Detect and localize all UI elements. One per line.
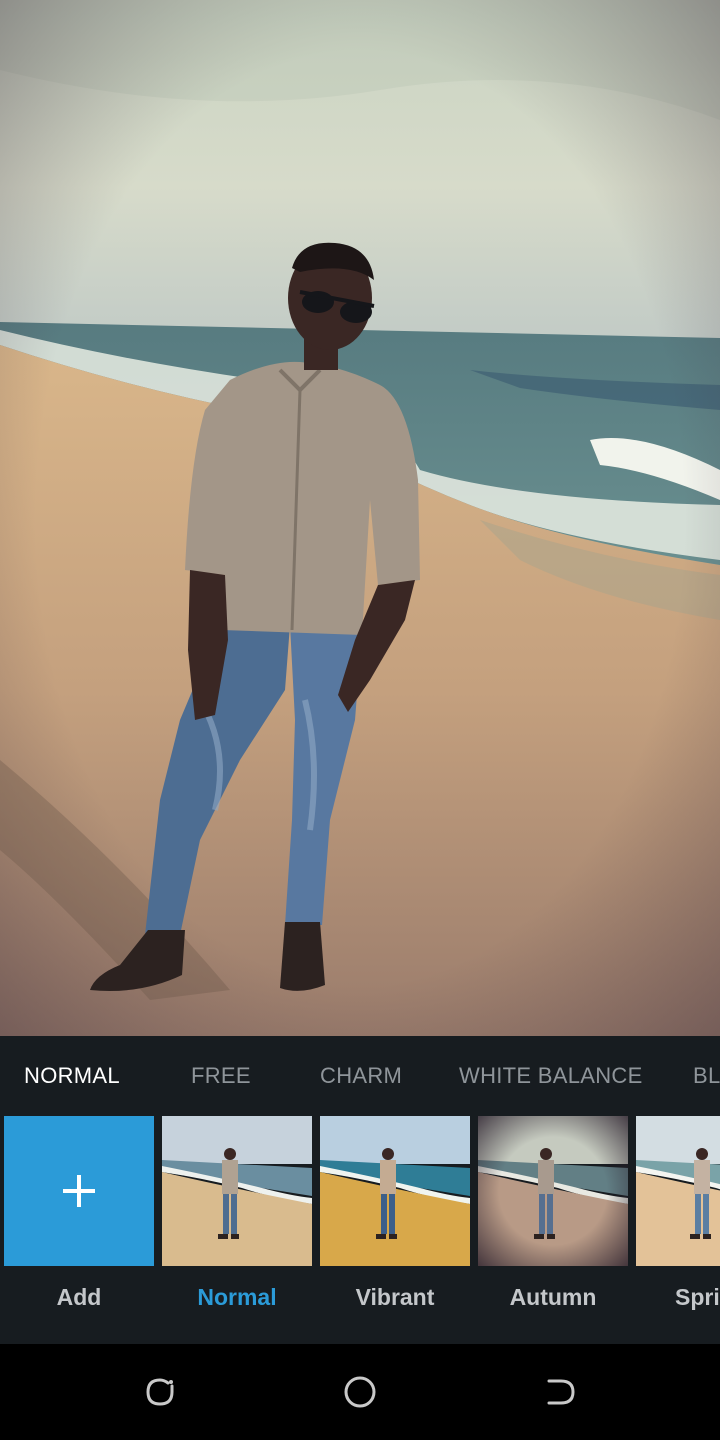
- preset-label-autumn: Autumn: [509, 1284, 597, 1310]
- recent-apps-button[interactable]: [140, 1372, 180, 1412]
- system-navigation-bar: [0, 1344, 720, 1440]
- preset-preview-image: [478, 1116, 628, 1266]
- preset-preview-image: [320, 1116, 470, 1266]
- plus-icon: [63, 1175, 95, 1207]
- tab-free[interactable]: FREE: [191, 1063, 251, 1089]
- photo-preview: [0, 0, 720, 1036]
- tab-charm[interactable]: CHARM: [320, 1063, 402, 1089]
- back-button[interactable]: [540, 1372, 580, 1412]
- tab-white-balance[interactable]: WHITE BALANCE: [459, 1063, 643, 1089]
- filter-panel: NORMAL FREE CHARM WHITE BALANCE BL Add N…: [0, 1036, 720, 1344]
- tab-bl-partial[interactable]: BL: [693, 1063, 720, 1089]
- preset-preview-image: [162, 1116, 312, 1266]
- preset-thumbnail-vibrant[interactable]: [320, 1116, 470, 1266]
- preset-label-normal: Normal: [197, 1284, 277, 1310]
- beach-portrait-image: [0, 0, 720, 1036]
- preset-thumbnail-autumn[interactable]: [478, 1116, 628, 1266]
- preset-strip: Add Normal Vibrant Autumn Spri: [0, 1116, 720, 1344]
- home-button[interactable]: [340, 1372, 380, 1412]
- add-label: Add: [56, 1284, 102, 1310]
- back-icon: [547, 1379, 575, 1405]
- preset-label-vibrant: Vibrant: [355, 1284, 435, 1310]
- filter-category-tabs: NORMAL FREE CHARM WHITE BALANCE BL: [0, 1036, 720, 1116]
- home-icon: [344, 1376, 376, 1408]
- recent-apps-icon: [146, 1378, 174, 1406]
- add-preset-button[interactable]: [4, 1116, 154, 1266]
- tab-normal[interactable]: NORMAL: [24, 1063, 120, 1089]
- preset-thumbnail-normal[interactable]: [162, 1116, 312, 1266]
- preset-label-spring: Spri: [675, 1284, 720, 1310]
- preset-preview-image: [636, 1116, 720, 1266]
- photo-editor-screen: NORMAL FREE CHARM WHITE BALANCE BL Add N…: [0, 0, 720, 1440]
- preset-thumbnail-spring[interactable]: [636, 1116, 720, 1266]
